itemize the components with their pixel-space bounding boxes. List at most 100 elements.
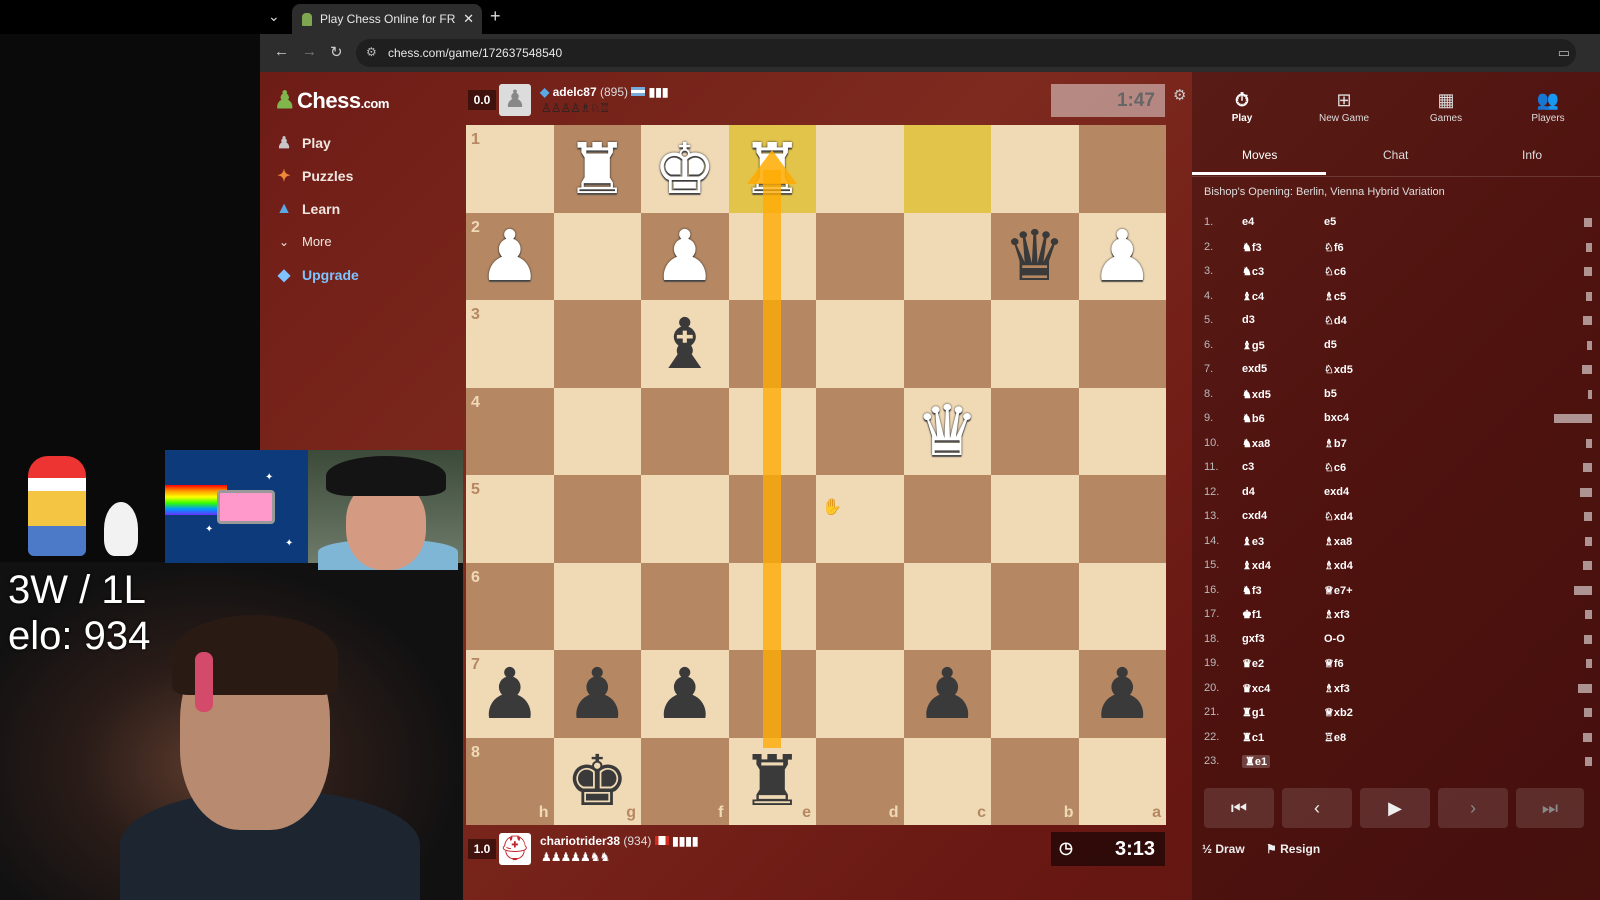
play-moves-button[interactable]: ▶	[1360, 788, 1430, 828]
black-move[interactable]: ♖e8	[1324, 731, 1346, 744]
white-pawn-icon[interactable]: ♟	[653, 221, 716, 291]
square-f2[interactable]: ♟	[641, 212, 729, 300]
sidebar-item-puzzles[interactable]: ✦ Puzzles	[274, 159, 359, 192]
white-move[interactable]: gxf3	[1242, 633, 1265, 645]
square-c7[interactable]: ♟	[903, 650, 991, 738]
white-move[interactable]: ♝g5	[1242, 339, 1265, 352]
next-move-button[interactable]: ›	[1438, 788, 1508, 828]
square-c2[interactable]	[903, 212, 991, 300]
black-move[interactable]: ♗xf3	[1324, 682, 1350, 695]
sidebar-item-learn[interactable]: ▲ Learn	[274, 192, 359, 225]
bottom-player-avatar[interactable]: ⛑	[499, 833, 531, 865]
black-queen-icon[interactable]: ♛	[1003, 221, 1066, 291]
top-player-name[interactable]: ◆ adelc87 (895) ▮▮▮	[540, 85, 668, 99]
black-rook-icon[interactable]: ♜	[741, 746, 804, 816]
white-queen-icon[interactable]: ♛	[916, 396, 979, 466]
tab-moves[interactable]: Moves	[1242, 148, 1277, 162]
square-c6[interactable]	[903, 562, 991, 650]
square-d1[interactable]	[816, 125, 904, 213]
tab-info[interactable]: Info	[1522, 148, 1542, 162]
first-move-button[interactable]: ⏮	[1204, 788, 1274, 828]
black-move[interactable]: ♗xf3	[1324, 608, 1350, 621]
black-move[interactable]: ♗xa8	[1324, 535, 1352, 548]
square-g2[interactable]	[553, 212, 641, 300]
nav-new-game[interactable]: ⊞ New Game	[1304, 90, 1384, 124]
black-pawn-icon[interactable]: ♟	[1091, 659, 1154, 729]
white-move[interactable]: d4	[1242, 486, 1255, 498]
white-pawn-icon[interactable]: ♟	[1091, 221, 1154, 291]
square-f7[interactable]: ♟	[641, 650, 729, 738]
black-move[interactable]: ♘c6	[1324, 265, 1346, 278]
black-pawn-icon[interactable]: ♟	[653, 659, 716, 729]
last-move-button[interactable]: ⏭	[1516, 788, 1584, 828]
back-icon[interactable]: ←	[274, 43, 289, 60]
square-b6[interactable]	[991, 562, 1079, 650]
square-h3[interactable]: 3	[466, 300, 554, 388]
white-move[interactable]: ♞b6	[1242, 412, 1265, 425]
black-move[interactable]: ♕e7+	[1324, 584, 1353, 597]
square-h2[interactable]: 2 ♟	[466, 212, 554, 300]
square-g8[interactable]: g ♚	[553, 737, 641, 825]
black-move[interactable]: ♗b7	[1324, 437, 1347, 450]
draw-button[interactable]: ½ Draw	[1202, 842, 1245, 856]
square-d8[interactable]: d	[816, 737, 904, 825]
white-move[interactable]: ♞f3	[1242, 241, 1262, 254]
square-c5[interactable]	[903, 475, 991, 563]
top-player-avatar[interactable]: ♟	[499, 84, 531, 116]
nav-games[interactable]: ▦ Games	[1406, 90, 1486, 124]
white-king-icon[interactable]: ♚	[653, 134, 716, 204]
tab-chat[interactable]: Chat	[1383, 148, 1408, 162]
square-b7[interactable]	[991, 650, 1079, 738]
square-g6[interactable]	[553, 562, 641, 650]
previous-move-button[interactable]: ‹	[1282, 788, 1352, 828]
black-king-icon[interactable]: ♚	[566, 746, 629, 816]
white-move[interactable]: ♝xd4	[1242, 559, 1271, 572]
square-c4[interactable]: ♛	[903, 387, 991, 475]
chess-logo[interactable]: ♟Chess.com	[274, 86, 389, 115]
square-d6[interactable]	[816, 562, 904, 650]
black-move[interactable]: d5	[1324, 339, 1337, 351]
sidebar-item-upgrade[interactable]: ◆ Upgrade	[274, 258, 359, 291]
square-f4[interactable]	[641, 387, 729, 475]
square-h8[interactable]: 8h	[466, 737, 554, 825]
square-b5[interactable]	[991, 475, 1079, 563]
black-move[interactable]: bxc4	[1324, 412, 1349, 424]
resign-button[interactable]: ⚑ Resign	[1266, 842, 1320, 856]
square-f5[interactable]	[641, 475, 729, 563]
black-move[interactable]: e5	[1324, 216, 1336, 228]
white-move[interactable]: ♝e3	[1242, 535, 1264, 548]
square-e8[interactable]: e ♜	[728, 737, 816, 825]
black-move[interactable]: ♘xd4	[1324, 510, 1353, 523]
square-b3[interactable]	[991, 300, 1079, 388]
square-a1[interactable]	[1078, 125, 1166, 213]
square-f1[interactable]: ♚	[641, 125, 729, 213]
square-a7[interactable]: ♟	[1078, 650, 1166, 738]
black-move[interactable]: b5	[1324, 388, 1337, 400]
square-f6[interactable]	[641, 562, 729, 650]
black-move[interactable]: ♗c5	[1324, 290, 1346, 303]
sidebar-item-play[interactable]: ♟ Play	[274, 126, 359, 159]
black-move[interactable]: exd4	[1324, 486, 1349, 498]
white-rook-icon[interactable]: ♜	[566, 134, 629, 204]
white-move[interactable]: e4	[1242, 216, 1254, 228]
white-move[interactable]: ♜g1	[1242, 706, 1265, 719]
nav-play[interactable]: ⏱ Play	[1202, 90, 1282, 124]
black-move[interactable]: ♕xb2	[1324, 706, 1353, 719]
settings-gear-icon[interactable]: ⚙	[1173, 86, 1186, 104]
white-move[interactable]: ♛e2	[1242, 657, 1264, 670]
square-g3[interactable]	[553, 300, 641, 388]
white-move[interactable]: ♜c1	[1242, 731, 1264, 744]
square-b4[interactable]	[991, 387, 1079, 475]
square-h1[interactable]: 1	[466, 125, 554, 213]
reload-icon[interactable]: ↻	[330, 43, 343, 61]
square-d5[interactable]	[816, 475, 904, 563]
black-bishop-icon[interactable]: ♝	[653, 309, 716, 379]
white-move[interactable]: ♝c4	[1242, 290, 1264, 303]
tab-list-chevron-icon[interactable]: ⌄	[268, 8, 280, 25]
black-move[interactable]: ♘d4	[1324, 314, 1347, 327]
square-a4[interactable]	[1078, 387, 1166, 475]
square-h5[interactable]: 5	[466, 475, 554, 563]
square-d3[interactable]	[816, 300, 904, 388]
square-f3[interactable]: ♝	[641, 300, 729, 388]
white-move[interactable]: cxd4	[1242, 510, 1267, 522]
